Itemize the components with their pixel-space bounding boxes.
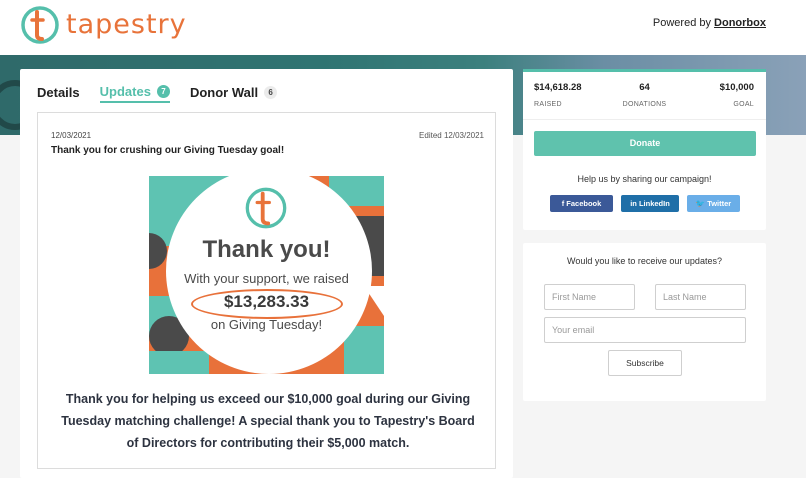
twitter-share-button[interactable]: 🐦 Twitter	[687, 195, 740, 212]
image-heading: Thank you!	[202, 236, 331, 263]
linkedin-icon: in	[630, 199, 637, 208]
subscribe-title: Would you like to receive our updates?	[567, 256, 722, 266]
progress-bar	[523, 69, 766, 72]
update-title: Thank you for crushing our Giving Tuesda…	[51, 145, 285, 156]
donorbox-link[interactable]: Donorbox	[714, 17, 766, 29]
image-giving-tuesday: on Giving Tuesday!	[210, 317, 323, 332]
linkedin-share-button[interactable]: in LinkedIn	[621, 195, 679, 212]
image-support-text: With your support, we raised	[184, 271, 349, 286]
tab-label: Donor Wall	[189, 85, 259, 100]
update-date: 12/03/2021	[51, 131, 92, 140]
twitter-label: Twitter	[707, 199, 732, 208]
image-logo-icon	[245, 187, 287, 229]
updates-card: Details Updates 7 Donor Wall 6 12/03/202…	[20, 69, 513, 478]
first-name-field[interactable]: First Name	[544, 284, 635, 310]
goal-label: GOAL	[733, 101, 754, 108]
tab-bar: Details Updates 7 Donor Wall 6	[37, 84, 278, 103]
facebook-share-button[interactable]: f Facebook	[550, 195, 613, 212]
email-field[interactable]: Your email	[544, 317, 746, 343]
share-title: Help us by sharing our campaign!	[577, 174, 712, 184]
linkedin-label: LinkedIn	[638, 199, 670, 208]
divider	[523, 119, 766, 120]
thank-you-image: Thank you! With your support, we raised …	[149, 176, 384, 374]
campaign-stats-card: $14,618.28 RAISED 64 DONATIONS $10,000 G…	[523, 69, 766, 230]
donate-button[interactable]: Donate	[534, 131, 756, 156]
facebook-icon: f	[561, 199, 565, 208]
brand-name: tapestry	[66, 8, 187, 40]
donations-value: 64	[639, 82, 650, 93]
subscribe-card: Would you like to receive our updates? F…	[523, 243, 766, 401]
powered-prefix: Powered by	[652, 17, 715, 29]
tab-label: Updates	[99, 84, 151, 99]
tab-details[interactable]: Details	[37, 85, 80, 102]
powered-by: Powered by Donorbox	[653, 17, 766, 29]
subscribe-button[interactable]: Subscribe	[608, 350, 682, 376]
tab-updates[interactable]: Updates 7	[99, 84, 170, 103]
stat-goal: $10,000 GOAL	[720, 82, 754, 108]
image-amount: $13,283.33	[223, 292, 310, 311]
update-post: 12/03/2021 Edited 12/03/2021 Thank you f…	[37, 112, 496, 469]
count-badge: 7	[156, 85, 170, 98]
logo[interactable]: tapestry	[20, 5, 187, 45]
top-bar: tapestry Powered by Donorbox	[0, 0, 806, 55]
update-edited: Edited 12/03/2021	[419, 131, 484, 140]
count-badge: 6	[264, 86, 278, 99]
update-body: Thank you for helping us exceed our $10,…	[61, 392, 475, 450]
twitter-icon: 🐦	[695, 199, 706, 208]
goal-value: $10,000	[719, 82, 754, 93]
tab-donor-wall[interactable]: Donor Wall 6	[189, 85, 278, 102]
facebook-label: Facebook	[566, 199, 602, 208]
tapestry-logo-icon	[21, 6, 59, 44]
tab-label: Details	[37, 85, 80, 100]
last-name-field[interactable]: Last Name	[655, 284, 746, 310]
